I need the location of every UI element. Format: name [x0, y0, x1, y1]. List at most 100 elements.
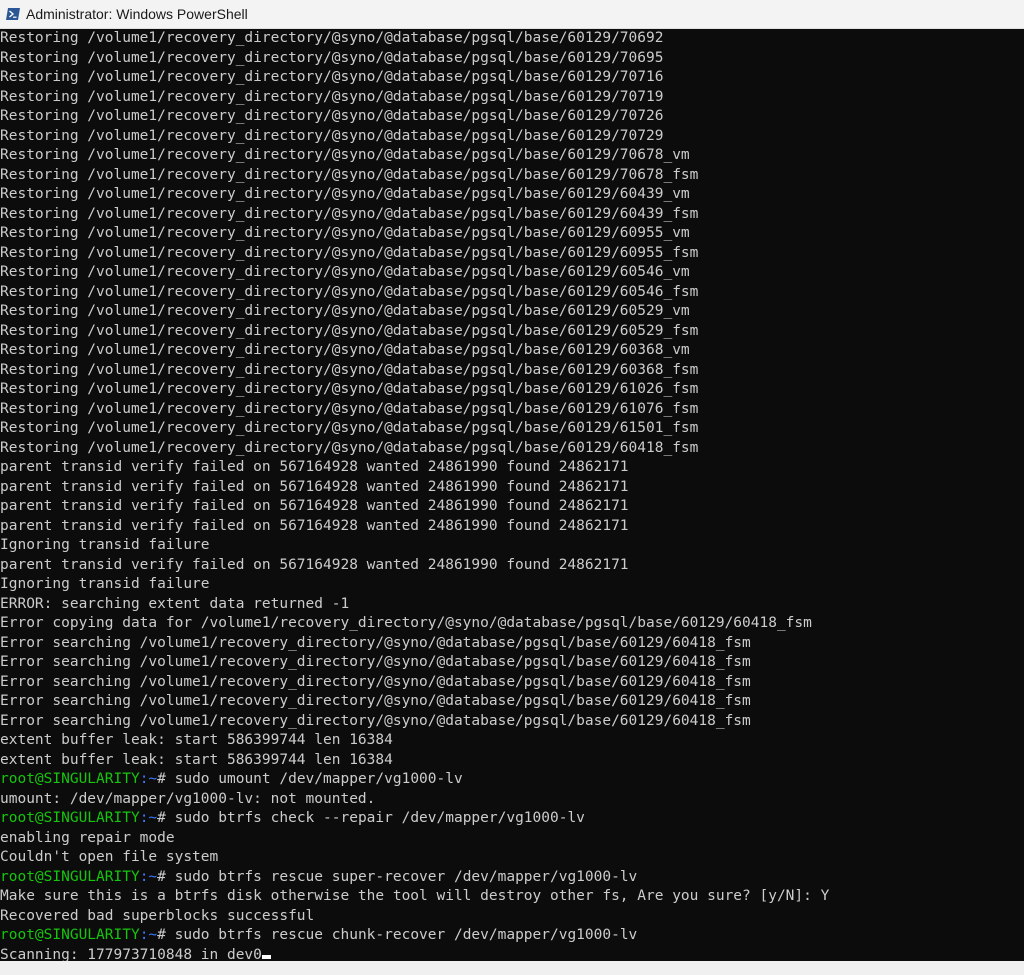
- output-line: umount: /dev/mapper/vg1000-lv: not mount…: [0, 790, 1024, 810]
- output-line: parent transid verify failed on 56716492…: [0, 458, 1024, 478]
- output-text: Restoring /volume1/recovery_directory/@s…: [0, 49, 664, 66]
- output-text: Restoring /volume1/recovery_directory/@s…: [0, 303, 690, 319]
- text-cursor: [261, 954, 271, 959]
- output-text: Restoring /volume1/recovery_directory/@s…: [0, 30, 664, 46]
- prompt-user-host: root@SINGULARITY: [0, 868, 140, 885]
- output-text: Recovered bad superblocks successful: [0, 907, 315, 924]
- output-text: Scanning: 177973710848 in dev0: [0, 946, 262, 962]
- console-output[interactable]: Restoring /volume1/recovery_directory/@s…: [0, 29, 1024, 961]
- output-text: Restoring /volume1/recovery_directory/@s…: [0, 186, 690, 202]
- prompt-user-host: root@SINGULARITY: [0, 927, 140, 943]
- prompt-path: :~: [139, 927, 158, 943]
- output-text: Restoring /volume1/recovery_directory/@s…: [0, 205, 699, 222]
- output-line: Restoring /volume1/recovery_directory/@s…: [0, 107, 1024, 127]
- output-line: Restoring /volume1/recovery_directory/@s…: [0, 205, 1024, 225]
- output-text: Restoring /volume1/recovery_directory/@s…: [0, 381, 699, 397]
- command-text: # sudo btrfs rescue chunk-recover /dev/m…: [157, 927, 638, 943]
- output-line: Restoring /volume1/recovery_directory/@s…: [0, 302, 1024, 322]
- prompt-path: :~: [139, 810, 158, 826]
- output-line: parent transid verify failed on 56716492…: [0, 517, 1024, 537]
- output-line: Recovered bad superblocks successful: [0, 907, 1024, 927]
- output-text: umount: /dev/mapper/vg1000-lv: not mount…: [0, 790, 376, 807]
- prompt-user-host: root@SINGULARITY: [0, 810, 140, 826]
- output-line: parent transid verify failed on 56716492…: [0, 478, 1024, 498]
- output-text: Restoring /volume1/recovery_directory/@s…: [0, 147, 690, 163]
- output-line: extent buffer leak: start 586399744 len …: [0, 751, 1024, 771]
- output-line: Restoring /volume1/recovery_directory/@s…: [0, 283, 1024, 303]
- output-line: enabling repair mode: [0, 829, 1024, 849]
- output-text: Ignoring transid failure: [0, 537, 210, 553]
- output-line: Restoring /volume1/recovery_directory/@s…: [0, 68, 1024, 88]
- prompt-line: root@SINGULARITY:~# sudo umount /dev/map…: [0, 770, 1024, 790]
- output-line: Restoring /volume1/recovery_directory/@s…: [0, 439, 1024, 459]
- output-line: parent transid verify failed on 56716492…: [0, 556, 1024, 576]
- output-text: Restoring /volume1/recovery_directory/@s…: [0, 283, 699, 300]
- output-text: extent buffer leak: start 586399744 len …: [0, 751, 393, 768]
- output-text: Make sure this is a btrfs disk otherwise…: [0, 888, 830, 904]
- output-line: Error searching /volume1/recovery_direct…: [0, 692, 1024, 712]
- output-text: Restoring /volume1/recovery_directory/@s…: [0, 88, 664, 105]
- output-line: Restoring /volume1/recovery_directory/@s…: [0, 400, 1024, 420]
- output-text: Restoring /volume1/recovery_directory/@s…: [0, 225, 690, 241]
- prompt-path: :~: [139, 868, 158, 885]
- output-text: parent transid verify failed on 56716492…: [0, 517, 629, 534]
- output-line: Couldn't open file system: [0, 848, 1024, 868]
- output-line: Restoring /volume1/recovery_directory/@s…: [0, 263, 1024, 283]
- output-text: Restoring /volume1/recovery_directory/@s…: [0, 108, 664, 124]
- output-line: Error searching /volume1/recovery_direct…: [0, 712, 1024, 732]
- output-text: Error searching /volume1/recovery_direct…: [0, 693, 751, 709]
- window-title: Administrator: Windows PowerShell: [26, 6, 248, 22]
- output-text: Restoring /volume1/recovery_directory/@s…: [0, 264, 690, 280]
- title-bar[interactable]: Administrator: Windows PowerShell: [0, 0, 1024, 29]
- output-text: Restoring /volume1/recovery_directory/@s…: [0, 342, 690, 358]
- output-line: Restoring /volume1/recovery_directory/@s…: [0, 49, 1024, 69]
- output-text: Restoring /volume1/recovery_directory/@s…: [0, 69, 664, 85]
- prompt-user-host: root@SINGULARITY: [0, 771, 140, 787]
- output-text: Restoring /volume1/recovery_directory/@s…: [0, 127, 664, 144]
- output-line: Restoring /volume1/recovery_directory/@s…: [0, 185, 1024, 205]
- command-text: # sudo umount /dev/mapper/vg1000-lv: [157, 771, 463, 787]
- output-text: parent transid verify failed on 56716492…: [0, 478, 629, 495]
- output-text: parent transid verify failed on 56716492…: [0, 498, 629, 514]
- output-line: parent transid verify failed on 56716492…: [0, 497, 1024, 517]
- output-line: Restoring /volume1/recovery_directory/@s…: [0, 88, 1024, 108]
- output-line: Restoring /volume1/recovery_directory/@s…: [0, 224, 1024, 244]
- output-text: enabling repair mode: [0, 829, 175, 846]
- output-text: parent transid verify failed on 56716492…: [0, 459, 629, 475]
- output-line: Error copying data for /volume1/recovery…: [0, 614, 1024, 634]
- output-text: Ignoring transid failure: [0, 576, 210, 592]
- prompt-line: root@SINGULARITY:~# sudo btrfs check --r…: [0, 809, 1024, 829]
- output-text: Restoring /volume1/recovery_directory/@s…: [0, 166, 699, 183]
- output-line: Restoring /volume1/recovery_directory/@s…: [0, 166, 1024, 186]
- output-text: ERROR: searching extent data returned -1: [0, 595, 350, 612]
- output-line: ERROR: searching extent data returned -1: [0, 595, 1024, 615]
- output-line: extent buffer leak: start 586399744 len …: [0, 731, 1024, 751]
- output-line: Restoring /volume1/recovery_directory/@s…: [0, 127, 1024, 147]
- prompt-path: :~: [139, 771, 158, 787]
- output-line: Restoring /volume1/recovery_directory/@s…: [0, 380, 1024, 400]
- output-line: Error searching /volume1/recovery_direct…: [0, 673, 1024, 693]
- output-text: Restoring /volume1/recovery_directory/@s…: [0, 322, 699, 339]
- output-text: parent transid verify failed on 56716492…: [0, 556, 629, 573]
- output-line: Ignoring transid failure: [0, 575, 1024, 595]
- output-text: Couldn't open file system: [0, 849, 219, 865]
- output-text: Restoring /volume1/recovery_directory/@s…: [0, 361, 699, 378]
- output-line: Restoring /volume1/recovery_directory/@s…: [0, 29, 1024, 49]
- output-text: extent buffer leak: start 586399744 len …: [0, 732, 393, 748]
- output-line: Error searching /volume1/recovery_direct…: [0, 653, 1024, 673]
- prompt-line: root@SINGULARITY:~# sudo btrfs rescue su…: [0, 868, 1024, 888]
- output-line: Ignoring transid failure: [0, 536, 1024, 556]
- powershell-window: Administrator: Windows PowerShell Restor…: [0, 0, 1024, 975]
- output-text: Restoring /volume1/recovery_directory/@s…: [0, 420, 699, 436]
- output-line: Make sure this is a btrfs disk otherwise…: [0, 887, 1024, 907]
- output-line: Restoring /volume1/recovery_directory/@s…: [0, 322, 1024, 342]
- output-line: Restoring /volume1/recovery_directory/@s…: [0, 244, 1024, 264]
- output-text: Error searching /volume1/recovery_direct…: [0, 712, 751, 729]
- powershell-icon: [6, 7, 20, 21]
- window-bottom-edge: [0, 961, 1024, 975]
- output-text: Restoring /volume1/recovery_directory/@s…: [0, 244, 699, 261]
- output-text: Error searching /volume1/recovery_direct…: [0, 654, 751, 670]
- prompt-line: root@SINGULARITY:~# sudo btrfs rescue ch…: [0, 926, 1024, 946]
- output-text: Restoring /volume1/recovery_directory/@s…: [0, 400, 699, 417]
- output-text: Error copying data for /volume1/recovery…: [0, 615, 812, 631]
